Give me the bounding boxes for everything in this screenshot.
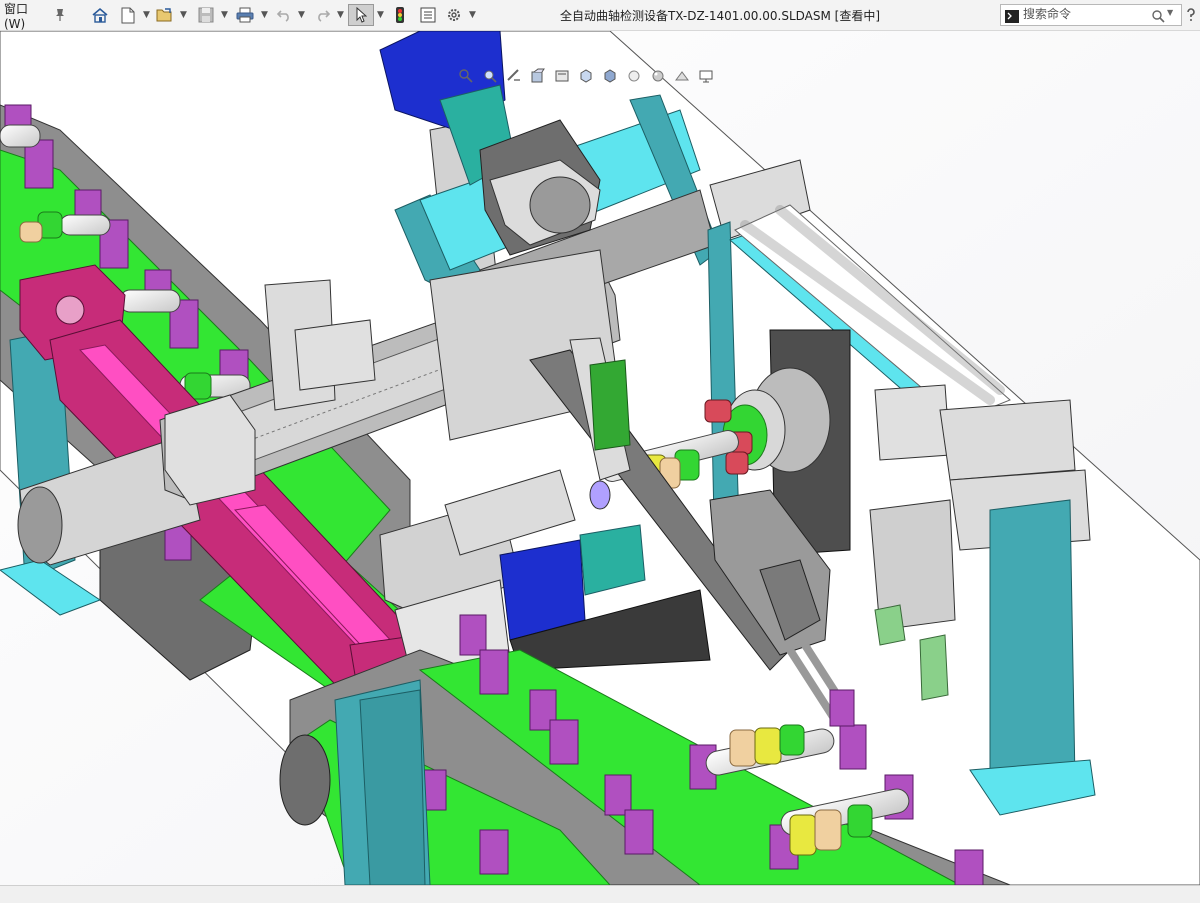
pin-icon[interactable]	[52, 4, 68, 26]
help-icon[interactable]	[1184, 4, 1198, 26]
apply-scene-icon[interactable]	[671, 66, 693, 86]
save-dropdown-caret[interactable]: ▼	[221, 10, 228, 20]
menu-window[interactable]: 窗口(W)	[4, 2, 46, 31]
menu-window-label: 窗口(W)	[4, 1, 29, 31]
home-icon[interactable]	[88, 4, 112, 26]
search-icon[interactable]	[1152, 8, 1165, 27]
previous-view-icon[interactable]	[503, 66, 525, 86]
undo-dropdown-caret[interactable]: ▼	[298, 10, 305, 20]
zoom-to-fit-icon[interactable]	[455, 66, 477, 86]
select-dropdown-caret[interactable]: ▼	[377, 10, 384, 20]
options-dropdown-caret[interactable]: ▼	[469, 10, 476, 20]
open-dropdown-caret[interactable]: ▼	[180, 10, 187, 20]
section-view-icon[interactable]	[527, 66, 549, 86]
assembly-model	[0, 31, 1200, 885]
file-properties-icon[interactable]	[417, 4, 439, 26]
redo-icon[interactable]	[311, 4, 335, 26]
status-strip	[0, 885, 1200, 903]
search-dropdown-caret[interactable]: ▼	[1167, 8, 1173, 17]
new-document-icon[interactable]	[118, 4, 138, 26]
document-title: 全自动曲轴检测设备TX-DZ-1401.00.00.SLDASM [查看中]	[559, 9, 881, 23]
command-prompt-icon	[1005, 8, 1019, 27]
traffic-light-icon[interactable]	[390, 4, 410, 26]
edit-appearance-icon[interactable]	[647, 66, 669, 86]
display-style-icon[interactable]	[599, 66, 621, 86]
title-bar: 窗口(W) ▼ ▼ ▼ ▼ ▼ ▼ ▼ ▼ 全自动曲轴检测设备TX-DZ-140…	[0, 0, 1200, 31]
heads-up-view-toolbar	[455, 65, 717, 87]
dynamic-annotation-icon[interactable]	[551, 66, 573, 86]
select-arrow-icon[interactable]	[348, 4, 374, 26]
hide-show-icon[interactable]	[623, 66, 645, 86]
graphics-viewport[interactable]	[0, 31, 1200, 885]
view-settings-icon[interactable]	[695, 66, 717, 86]
print-dropdown-caret[interactable]: ▼	[261, 10, 268, 20]
redo-dropdown-caret[interactable]: ▼	[337, 10, 344, 20]
options-gear-icon[interactable]	[443, 4, 465, 26]
search-command-box[interactable]: ▼	[1000, 4, 1182, 26]
undo-icon[interactable]	[272, 4, 296, 26]
view-orientation-icon[interactable]	[575, 66, 597, 86]
save-icon[interactable]	[195, 4, 217, 26]
open-icon[interactable]	[154, 4, 176, 26]
new-dropdown-caret[interactable]: ▼	[143, 10, 150, 20]
zoom-to-area-icon[interactable]	[479, 66, 501, 86]
search-input[interactable]	[1023, 6, 1151, 22]
print-icon[interactable]	[233, 4, 257, 26]
